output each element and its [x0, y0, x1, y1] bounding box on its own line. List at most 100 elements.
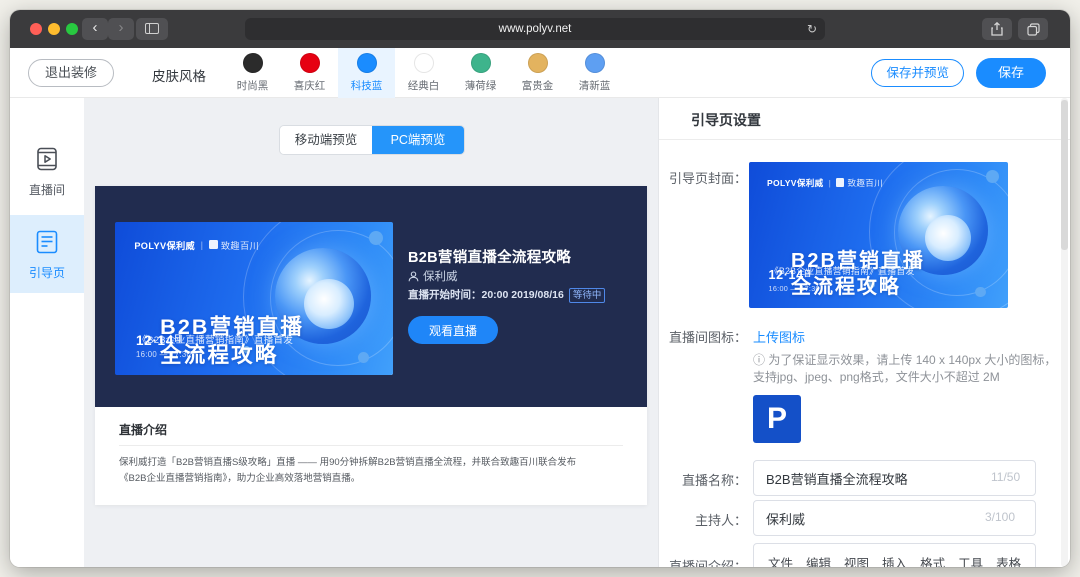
live-speaker-row: 保利威 — [408, 268, 458, 284]
live-name-label: 直播名称： — [659, 470, 747, 489]
skin-option-red[interactable]: 喜庆红 — [281, 48, 338, 98]
banner-date: 12·14日 16:00 — 17:30 — [136, 333, 191, 359]
skin-option-fresh-blue[interactable]: 清新蓝 — [566, 48, 623, 98]
tabs-icon — [1027, 23, 1040, 36]
tab-pc-preview[interactable]: PC端预览 — [372, 126, 464, 154]
left-sidebar: 直播间 引导页 — [10, 98, 84, 567]
editor-menu-insert[interactable]: 插入 — [882, 553, 907, 567]
skin-swatch-green — [471, 53, 491, 73]
polyv-logo-text: POLYV保利威 — [767, 177, 824, 189]
skin-option-gold[interactable]: 富贵金 — [509, 48, 566, 98]
skin-swatch-gold — [528, 53, 548, 73]
editor-menu-view[interactable]: 视图 — [844, 553, 869, 567]
banner-date: 12·14日 16:00 — 17:30 — [769, 268, 820, 293]
tab-overview-button[interactable] — [1018, 18, 1048, 40]
live-intro-section: 直播介绍 保利威打造「B2B营销直播S级攻略」直播 —— 用90分钟拆解B2B营… — [95, 407, 647, 505]
skin-swatch-blue — [357, 53, 377, 73]
partner-logo-icon — [836, 178, 844, 186]
preview-mode-tabs: 移动端预览 PC端预览 — [280, 126, 464, 154]
banner-dot — [358, 352, 369, 363]
skin-options: 时尚黑 喜庆红 科技蓝 经典白 薄荷绿 富贵金 — [224, 48, 623, 98]
editor-menu-tools[interactable]: 工具 — [958, 553, 983, 567]
panel-scrollbar-thumb[interactable] — [1061, 100, 1068, 250]
skin-label: 经典白 — [408, 78, 440, 93]
address-bar[interactable]: www.polyv.net ↻ — [245, 18, 825, 40]
host-counter: 3/100 — [985, 510, 1015, 524]
room-icon-label: 直播间图标： — [659, 327, 747, 346]
skin-option-tech-blue[interactable]: 科技蓝 — [338, 48, 395, 98]
guide-page-settings-panel: 引导页设置 引导页封面： POLYV保利威 | 致趣百川 B2B营销直播 — [658, 98, 1070, 567]
zoom-window-button[interactable] — [66, 23, 78, 35]
tab-mobile-preview[interactable]: 移动端预览 — [280, 126, 372, 154]
sidebar-item-label: 引导页 — [10, 264, 84, 281]
host-label: 主持人： — [659, 510, 747, 529]
editor-menu-table[interactable]: 表格 — [996, 553, 1021, 567]
save-and-preview-button[interactable]: 保存并预览 — [871, 59, 964, 87]
skin-swatch-fresh-blue — [585, 53, 605, 73]
skin-option-white[interactable]: 经典白 — [395, 48, 452, 98]
live-header-panel: POLYV保利威 | 致趣百川 B2B营销直播 全流程攻略 《B2B企业直播营销… — [95, 186, 647, 407]
editor-menubar: 文件 编辑 视图 插入 格式 工具 表格 — [754, 544, 1035, 567]
minimize-window-button[interactable] — [48, 23, 60, 35]
back-button[interactable]: ‹ — [82, 18, 108, 40]
sidebar-toggle-icon — [145, 23, 159, 34]
banner-torus-core — [304, 279, 354, 329]
forward-button[interactable]: › — [108, 18, 134, 40]
exit-decorate-button[interactable]: 退出装修 — [28, 59, 114, 87]
skin-option-green[interactable]: 薄荷绿 — [452, 48, 509, 98]
browser-window: ‹ › www.polyv.net ↻ 退出装修 皮肤风格 时尚黑 — [10, 10, 1070, 567]
share-button[interactable] — [982, 18, 1012, 40]
close-window-button[interactable] — [30, 23, 42, 35]
banner-time: 16:00 — 17:30 — [769, 284, 820, 293]
partner-name: 致趣百川 — [847, 177, 883, 189]
skin-label: 清新蓝 — [579, 78, 611, 93]
banner-brand-row: POLYV保利威 | 致趣百川 — [134, 238, 259, 252]
editor-menu-file[interactable]: 文件 — [768, 553, 793, 567]
room-icon-image: P — [753, 395, 801, 443]
info-icon: ⓘ — [753, 353, 765, 367]
editor-menu-format[interactable]: 格式 — [920, 553, 945, 567]
banner-date-number: 12·14 — [136, 333, 174, 348]
intro-heading: 直播介绍 — [119, 421, 167, 438]
sidebar-item-live-room[interactable]: 直播间 — [10, 132, 84, 210]
share-icon — [991, 22, 1003, 36]
icon-tip-text: 为了保证显示效果，请上传 140 x 140px 大小的图标，支持jpg、jpe… — [753, 353, 1056, 384]
skin-label: 富贵金 — [522, 78, 554, 93]
skin-style-title: 皮肤风格 — [152, 65, 206, 85]
banner-date-suffix: 日 — [804, 269, 811, 278]
person-icon — [408, 271, 419, 282]
sidebar-item-guide-page[interactable]: 引导页 — [10, 215, 84, 293]
skin-swatch-black — [243, 53, 263, 73]
skin-swatch-white — [414, 53, 434, 73]
start-time-text: 直播开始时间：20:00 2019/08/16 — [408, 289, 564, 301]
watch-live-button[interactable]: 观看直播 — [408, 316, 498, 344]
sidebar-toggle-button[interactable] — [136, 18, 168, 40]
live-name-counter: 11/50 — [991, 470, 1020, 484]
live-info-block: B2B营销直播全流程攻略 保利威 直播开始时间：20:00 2019/08/16… — [408, 186, 638, 407]
url-text: www.polyv.net — [499, 23, 572, 35]
guide-cover-thumbnail[interactable]: POLYV保利威 | 致趣百川 B2B营销直播 全流程攻略 《B2B企业直播营销… — [749, 162, 1008, 308]
sidebar-item-label: 直播间 — [10, 181, 84, 198]
divider: | — [829, 178, 832, 188]
skin-label: 薄荷绿 — [465, 78, 497, 93]
reload-icon[interactable]: ↻ — [807, 18, 817, 40]
room-intro-editor[interactable]: 文件 编辑 视图 插入 格式 工具 表格 — [753, 543, 1036, 567]
live-title: B2B营销直播全流程攻略 — [408, 246, 571, 267]
room-intro-label: 直播间介绍： — [659, 556, 747, 567]
skin-label: 喜庆红 — [294, 78, 326, 93]
banner-brand-row: POLYV保利威 | 致趣百川 — [767, 177, 883, 189]
upload-icon-link[interactable]: 上传图标 — [753, 327, 805, 346]
save-button[interactable]: 保存 — [976, 58, 1046, 88]
skin-label: 时尚黑 — [237, 78, 269, 93]
divider — [119, 445, 623, 446]
skin-option-black[interactable]: 时尚黑 — [224, 48, 281, 98]
status-badge: 等待中 — [569, 288, 606, 303]
partner-logo-icon — [209, 240, 218, 249]
decorator-toolbar: 退出装修 皮肤风格 时尚黑 喜庆红 科技蓝 经典白 薄荷绿 — [10, 48, 1070, 98]
preview-area: 移动端预览 PC端预览 POLYV保利威 | — [84, 98, 658, 567]
editor-menu-edit[interactable]: 编辑 — [806, 553, 831, 567]
pc-preview-card: POLYV保利威 | 致趣百川 B2B营销直播 全流程攻略 《B2B企业直播营销… — [95, 186, 647, 505]
banner-time: 16:00 — 17:30 — [136, 350, 191, 359]
banner-date-suffix: 日 — [174, 334, 182, 343]
divider — [659, 139, 1070, 140]
